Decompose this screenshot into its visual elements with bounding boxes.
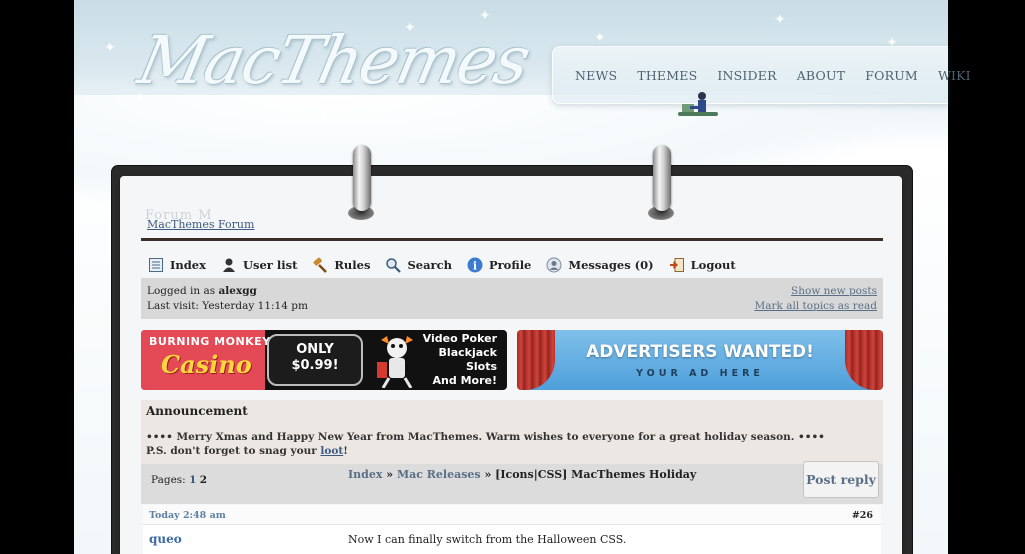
messages-icon: [546, 257, 562, 273]
casino-game: Slots: [465, 360, 497, 373]
casino-game: And More!: [432, 374, 497, 387]
forum-toolbar: Index User list Rules Search i Profile M…: [148, 255, 751, 275]
post-timestamp[interactable]: Today 2:48 am: [149, 510, 226, 521]
nav-news[interactable]: NEWS: [575, 68, 617, 83]
advertisers-subline: YOUR AD HERE: [636, 368, 764, 379]
toolbar-userlist-label: User list: [242, 258, 298, 272]
user-status-panel: Logged in as alexgg Last visit: Yesterda…: [141, 278, 883, 319]
loot-link[interactable]: loot: [320, 445, 343, 457]
casino-ad-banner[interactable]: BURNING MONKEY Casino ONLY $0.99! Video …: [141, 330, 507, 390]
announcement-body: •••• Merry Xmas and Happy New Year from …: [146, 430, 825, 458]
toolbar-logout-label: Logout: [690, 258, 736, 272]
announcement-title: Announcement: [146, 404, 248, 418]
crumb-separator: »: [382, 468, 397, 481]
nav-insider[interactable]: INSIDER: [717, 68, 776, 83]
post-author[interactable]: queo: [149, 532, 182, 546]
binder-ring: [653, 145, 671, 211]
snowflake-icon: ✦: [774, 12, 786, 28]
topic-breadcrumb: Index » Mac Releases » [Icons|CSS] MacTh…: [348, 468, 696, 481]
forum-breadcrumb[interactable]: MacThemes Forum: [147, 218, 254, 231]
crumb-mac-releases[interactable]: Mac Releases: [397, 468, 481, 481]
toolbar-search-label: Search: [407, 258, 452, 272]
page-current-2: 2: [199, 474, 208, 486]
snowflake-icon: ✦: [594, 30, 606, 46]
casino-price-line2: $0.99!: [291, 358, 339, 373]
divider: [141, 238, 883, 241]
gavel-icon: [312, 257, 328, 273]
topic-linkbar: Pages: 1 2 Index » Mac Releases » [Icons…: [141, 461, 883, 504]
status-links: Show new posts Mark all topics as read: [755, 284, 877, 314]
toolbar-index-label: Index: [170, 258, 206, 272]
info-icon: i: [467, 257, 483, 273]
index-icon: [148, 257, 164, 273]
toolbar-profile[interactable]: i Profile: [467, 257, 531, 273]
binder-ring: [353, 145, 371, 211]
crumb-topic-title: [Icons|CSS] MacThemes Holiday: [495, 468, 697, 481]
toolbar-search[interactable]: Search: [385, 257, 452, 273]
snowflake-icon: ✦: [319, 110, 331, 126]
user-status: Logged in as alexgg Last visit: Yesterda…: [147, 284, 308, 314]
announcement-line-2: P.S. don't forget to snag your loot!: [146, 444, 825, 458]
sled-rider-icon: [678, 92, 718, 116]
search-icon: [385, 257, 402, 273]
show-new-posts-link[interactable]: Show new posts: [755, 284, 877, 299]
post-header: Today 2:48 am #26: [143, 505, 881, 525]
toolbar-rules-label: Rules: [334, 258, 371, 272]
main-nav: NEWS THEMES INSIDER ABOUT FORUM WIKI: [552, 46, 971, 104]
toolbar-profile-label: Profile: [488, 258, 532, 272]
casino-games-list: Video Poker Blackjack Slots And More!: [423, 332, 497, 388]
nav-about[interactable]: ABOUT: [797, 68, 846, 83]
casino-logo-text: Casino: [161, 350, 252, 379]
last-visit: Last visit: Yesterday 11:14 pm: [147, 300, 308, 312]
nav-wiki[interactable]: WIKI: [938, 68, 971, 83]
advertisers-wanted-banner[interactable]: ADVERTISERS WANTED! YOUR AD HERE: [517, 330, 883, 390]
toolbar-index[interactable]: Index: [148, 257, 206, 273]
svg-text:i: i: [473, 260, 477, 273]
announcement-ps-end: !: [343, 445, 348, 457]
casino-game: Blackjack: [438, 346, 497, 359]
toolbar-rules[interactable]: Rules: [312, 257, 370, 273]
post-number[interactable]: #26: [852, 510, 873, 521]
pages-label: Pages:: [151, 474, 186, 486]
toolbar-messages[interactable]: Messages (0): [546, 257, 654, 273]
forum-post: Today 2:48 am #26 queo Now I can finally…: [143, 505, 881, 554]
username: alexgg: [218, 285, 257, 297]
crumb-separator: »: [480, 468, 496, 481]
announcement-line-1: •••• Merry Xmas and Happy New Year from …: [146, 431, 825, 443]
toolbar-messages-label: Messages (0): [568, 258, 654, 272]
post-reply-button[interactable]: Post reply: [803, 461, 879, 498]
page-link-1[interactable]: 1: [189, 474, 196, 486]
casino-price-line1: ONLY: [296, 342, 334, 357]
casino-price: ONLY $0.99!: [275, 342, 355, 374]
monkey-mascot-icon: [377, 336, 413, 388]
site-logo[interactable]: MacThemes: [132, 22, 535, 99]
advertisers-headline: ADVERTISERS WANTED!: [586, 342, 814, 362]
nav-themes[interactable]: THEMES: [637, 68, 697, 83]
snowflake-icon: ✦: [104, 40, 116, 56]
announcement-ps: P.S. don't forget to snag your: [146, 445, 317, 457]
casino-brand-text: BURNING MONKEY: [149, 335, 271, 348]
pagination: Pages: 1 2: [151, 474, 207, 486]
logout-icon: [669, 257, 685, 273]
casino-game: Video Poker: [422, 332, 497, 345]
logged-in-label: Logged in as: [147, 285, 216, 297]
announcement-box: Announcement •••• Merry Xmas and Happy N…: [141, 400, 883, 464]
crumb-index[interactable]: Index: [348, 468, 382, 481]
nav-forum[interactable]: FORUM: [865, 68, 918, 83]
toolbar-userlist[interactable]: User list: [221, 257, 297, 273]
toolbar-logout[interactable]: Logout: [669, 257, 736, 273]
mark-all-read-link[interactable]: Mark all topics as read: [755, 299, 877, 314]
user-icon: [221, 257, 237, 273]
post-message: Now I can finally switch from the Hallow…: [348, 533, 627, 546]
